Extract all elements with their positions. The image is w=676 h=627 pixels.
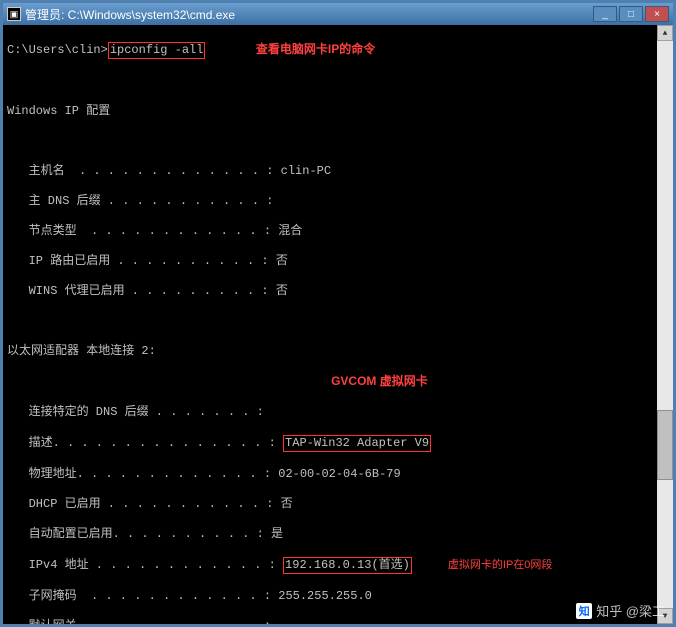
eth-ipv4-label: IPv4 地址 . . . . . . . . . . . . : bbox=[7, 558, 283, 572]
wins-proxy-label: WINS 代理已启用 . . . . . . . . . : bbox=[7, 284, 276, 298]
vertical-scrollbar[interactable]: ▲ ▼ bbox=[657, 25, 673, 624]
eth-desc-value: TAP-Win32 Adapter V9 bbox=[283, 435, 431, 452]
ip-routing-value: 否 bbox=[276, 254, 288, 268]
ip-routing-label: IP 路由已启用 . . . . . . . . . . : bbox=[7, 254, 276, 268]
eth-dns-suffix-label: 连接特定的 DNS 后缀 . . . . . . . : bbox=[7, 405, 271, 419]
eth-ipv4-value: 192.168.0.13(首选) bbox=[283, 557, 412, 574]
scroll-up-button[interactable]: ▲ bbox=[657, 25, 673, 41]
zhihu-icon: 知 bbox=[576, 603, 592, 619]
eth-mask-value: 255.255.255.0 bbox=[278, 589, 372, 603]
cmd-window: ▣ 管理员: C:\Windows\system32\cmd.exe _ □ ×… bbox=[0, 0, 676, 627]
eth-dhcp-label: DHCP 已启用 . . . . . . . . . . . : bbox=[7, 497, 281, 511]
host-name-label: 主机名 . . . . . . . . . . . . . : bbox=[7, 164, 281, 178]
watermark-text: 知乎 @梁工 bbox=[596, 601, 665, 620]
scroll-thumb[interactable] bbox=[657, 410, 673, 480]
window-title: 管理员: C:\Windows\system32\cmd.exe bbox=[25, 6, 593, 23]
eth-gw-label: 默认网关. . . . . . . . . . . . . : bbox=[7, 619, 278, 624]
host-name-value: clin-PC bbox=[281, 164, 331, 178]
eth-desc-label: 描述. . . . . . . . . . . . . . . : bbox=[7, 436, 283, 450]
minimize-button[interactable]: _ bbox=[593, 6, 617, 22]
eth-mac-label: 物理地址. . . . . . . . . . . . . : bbox=[7, 467, 278, 481]
node-type-value: 混合 bbox=[278, 224, 302, 238]
maximize-button[interactable]: □ bbox=[619, 6, 643, 22]
annotation-virtual-ip: 虚拟网卡的IP在0网段 bbox=[448, 559, 553, 571]
eth-autoconf-value: 是 bbox=[271, 527, 283, 541]
dns-suffix-label: 主 DNS 后缀 . . . . . . . . . . . : bbox=[7, 194, 281, 208]
command-typed: ipconfig -all bbox=[108, 42, 206, 59]
app-icon: ▣ bbox=[7, 7, 21, 21]
titlebar[interactable]: ▣ 管理员: C:\Windows\system32\cmd.exe _ □ × bbox=[3, 3, 673, 25]
wins-proxy-value: 否 bbox=[276, 284, 288, 298]
prompt: C:\Users\clin> bbox=[7, 43, 108, 57]
terminal-output[interactable]: C:\Users\clin>ipconfig -all 查看电脑网卡IP的命令 … bbox=[3, 25, 673, 624]
watermark: 知 知乎 @梁工 bbox=[576, 601, 665, 620]
annotation-gvcom: GVCOM 虚拟网卡 bbox=[331, 374, 428, 388]
eth-mac-value: 02-00-02-04-6B-79 bbox=[278, 467, 400, 481]
section-header-eth: 以太网适配器 本地连接 2: bbox=[7, 344, 669, 359]
eth-autoconf-label: 自动配置已启用. . . . . . . . . . : bbox=[7, 527, 271, 541]
scroll-track[interactable] bbox=[657, 41, 673, 608]
close-button[interactable]: × bbox=[645, 6, 669, 22]
eth-dhcp-value: 否 bbox=[281, 497, 293, 511]
node-type-label: 节点类型 . . . . . . . . . . . . : bbox=[7, 224, 278, 238]
annotation-cmd: 查看电脑网卡IP的命令 bbox=[256, 42, 375, 56]
eth-mask-label: 子网掩码 . . . . . . . . . . . . : bbox=[7, 589, 278, 603]
section-header-ipconfig: Windows IP 配置 bbox=[7, 104, 669, 119]
